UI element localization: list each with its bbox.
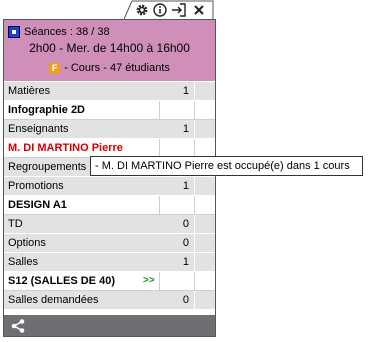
row-label: Regroupements <box>8 161 87 173</box>
row-matieres: Matières 1 <box>4 82 215 101</box>
row-label: Promotions <box>8 180 64 192</box>
row-count: 0 <box>182 218 189 230</box>
row-count: 1 <box>182 123 189 135</box>
row-label: S12 (SALLES DE 40) <box>8 275 115 287</box>
row-salles: Salles 1 <box>4 253 215 272</box>
list-item-salle[interactable]: S12 (SALLES DE 40) >> <box>4 272 215 291</box>
session-header: Séances : 38 / 38 2h00 - Mer. de 14h00 à… <box>4 20 215 81</box>
row-count: 1 <box>182 256 189 268</box>
row-count: 0 <box>182 294 189 306</box>
course-type-icon: F <box>49 62 61 74</box>
gear-icon[interactable] <box>134 2 150 18</box>
row-label: Matières <box>8 85 51 97</box>
info-icon[interactable] <box>152 2 168 18</box>
row-label: TD <box>8 218 23 230</box>
row-salles-demandees: Salles demandées 0 <box>4 291 215 310</box>
panel-toolbar <box>124 0 214 20</box>
row-label: Salles demandées <box>8 294 99 306</box>
row-td: TD 0 <box>4 215 215 234</box>
session-count: Séances : 38 / 38 <box>24 26 110 38</box>
row-label: Options <box>8 237 46 249</box>
row-label: Infographie 2D <box>8 104 86 116</box>
exit-icon[interactable] <box>171 2 187 18</box>
row-promotions: Promotions 1 <box>4 177 215 196</box>
row-label: Salles <box>8 256 38 268</box>
session-details-panel: Séances : 38 / 38 2h00 - Mer. de 14h00 à… <box>3 19 216 337</box>
panel-footer <box>4 315 215 336</box>
row-count: 1 <box>182 85 189 97</box>
session-square-icon <box>8 26 20 38</box>
row-count: 1 <box>182 180 189 192</box>
teacher-name: M. DI MARTINO Pierre <box>8 142 123 154</box>
row-count: 0 <box>182 237 189 249</box>
list-item-matiere[interactable]: Infographie 2D <box>4 101 215 120</box>
close-icon[interactable] <box>191 2 207 18</box>
list-item-promotion[interactable]: DESIGN A1 <box>4 196 215 215</box>
tooltip: - M. DI MARTINO Pierre est occupé(e) dan… <box>90 156 363 176</box>
room-marker: >> <box>143 275 155 286</box>
row-label: Enseignants <box>8 123 69 135</box>
share-icon[interactable] <box>10 318 26 334</box>
course-info: - Cours - 47 étudiants <box>64 62 170 74</box>
row-label: DESIGN A1 <box>8 199 67 211</box>
row-enseignants: Enseignants 1 <box>4 120 215 139</box>
session-schedule: 2h00 - Mer. de 14h00 à 16h00 <box>29 41 190 55</box>
row-options: Options 0 <box>4 234 215 253</box>
